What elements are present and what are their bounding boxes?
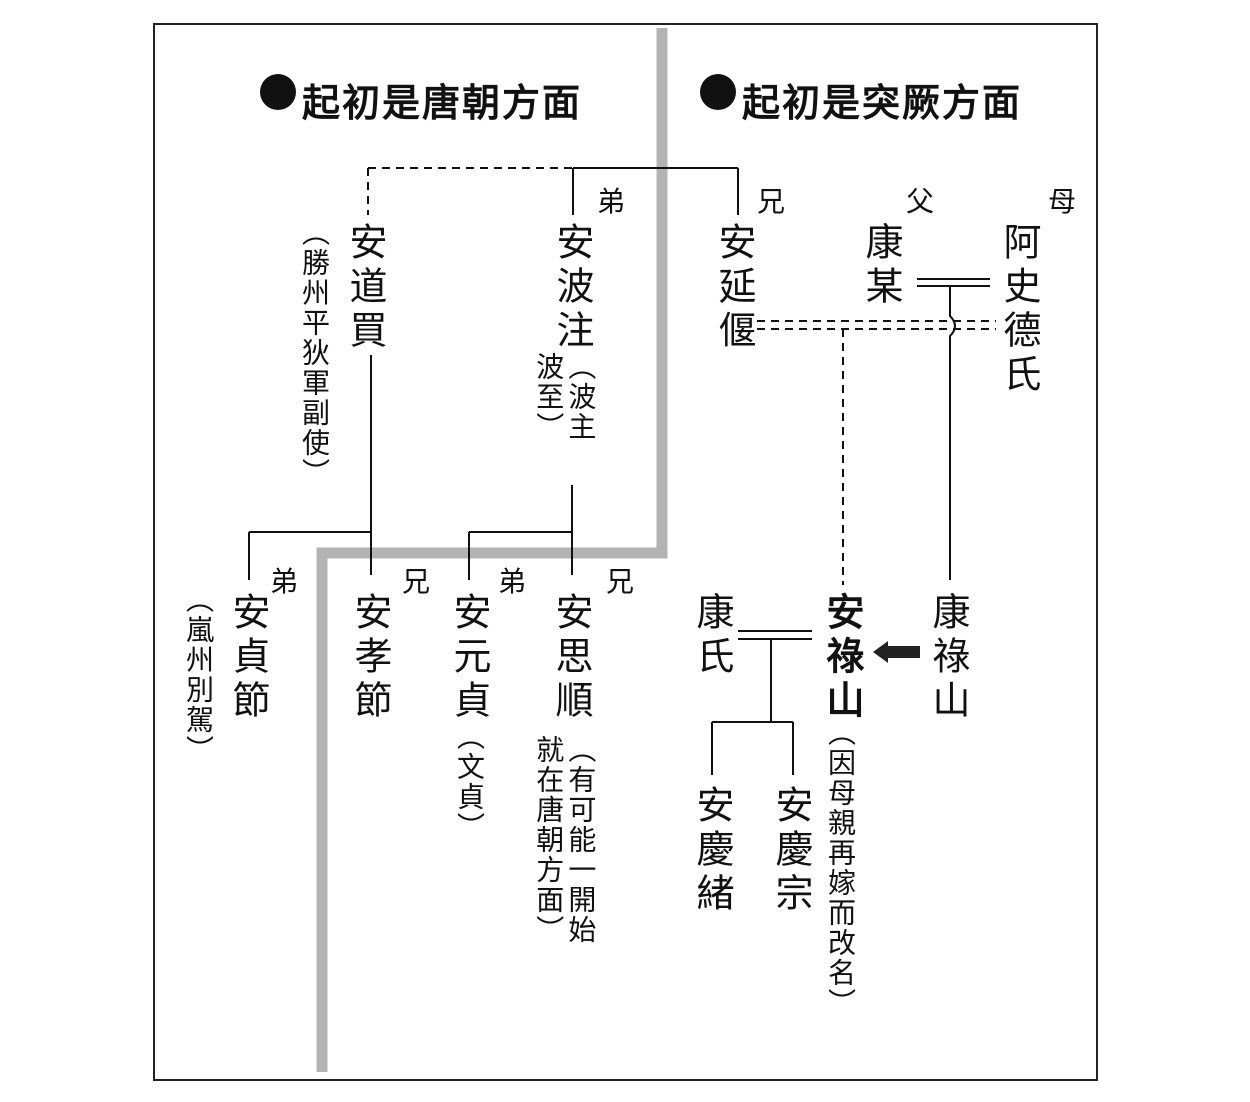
note-an-yuanzhen: （文貞） — [453, 722, 486, 842]
person-an-yuanzhen: 安元貞 — [447, 592, 491, 724]
note-an-daomai: （勝州平狄軍副使） — [298, 218, 331, 488]
person-an-bozhu: 安波注 — [550, 222, 594, 354]
title-tang-side: 起初是唐朝方面 — [302, 80, 583, 125]
label-younger-brother: 弟 — [270, 565, 299, 598]
label-mother: 母 — [1048, 185, 1077, 218]
note-an-sishun: （有可能一開始 就在唐朝方面） — [532, 735, 598, 945]
rename-arrow — [873, 641, 920, 663]
label-elder-brother: 兄 — [757, 185, 786, 218]
bullet-icon — [700, 74, 736, 110]
label-elder-brother: 兄 — [402, 565, 431, 598]
note-an-zhenjie: （嵐州別駕） — [182, 585, 215, 765]
person-an-qingxu: 安慶緒 — [690, 785, 734, 917]
person-an-qingzong: 安慶宗 — [769, 785, 813, 917]
label-father: 父 — [906, 185, 935, 218]
person-an-xiaojie: 安孝節 — [348, 592, 392, 724]
note-an-lushan: （因母親再嫁而改名） — [824, 718, 857, 1018]
stem-kang-lushan — [949, 286, 956, 580]
person-kang-lushan: 康祿山 — [926, 592, 970, 724]
person-ashide-shi: 阿史德氏 — [997, 222, 1041, 398]
person-kang-mou: 康某 — [859, 222, 903, 310]
person-kang-shi: 康氏 — [690, 592, 734, 680]
bullet-icon — [260, 74, 296, 110]
diagram-lines — [248, 28, 996, 1072]
person-an-lushan: 安祿山 — [820, 592, 865, 724]
person-an-daomai: 安道買 — [343, 222, 387, 354]
label-younger-brother: 弟 — [597, 185, 626, 218]
person-an-sishun: 安思順 — [549, 592, 593, 724]
person-an-zhenjie: 安貞節 — [226, 592, 270, 724]
person-an-yanyan: 安延偃 — [712, 222, 756, 354]
label-younger-brother: 弟 — [498, 565, 527, 598]
label-elder-brother: 兄 — [606, 565, 635, 598]
note-an-bozhu: （波主 波至） — [532, 352, 598, 442]
title-turk-side: 起初是突厥方面 — [742, 80, 1023, 125]
